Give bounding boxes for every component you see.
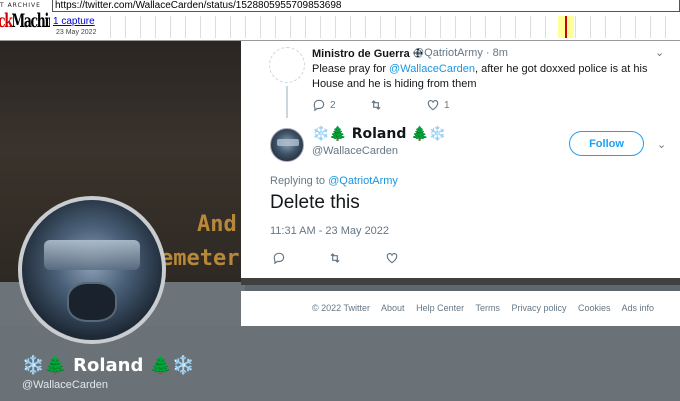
wayback-logo[interactable]: T ARCHIVE ckMachine <box>0 0 50 40</box>
retweet-button[interactable] <box>369 98 383 112</box>
retweet-icon <box>330 252 340 263</box>
reply-button[interactable]: 2 <box>312 98 336 112</box>
banner-text-line1: And <box>197 212 237 237</box>
footer-links: © 2022 Twitter About Help Center Terms P… <box>312 303 663 313</box>
main-tweet-author-name[interactable]: ❄️🌲 Roland 🌲❄️ <box>312 126 446 142</box>
reply-icon <box>313 99 325 112</box>
wayback-logo-caption: T ARCHIVE <box>0 2 41 9</box>
wayback-url-input[interactable]: https://twitter.com/WallaceCarden/status… <box>52 0 680 12</box>
like-button[interactable]: 1 <box>426 98 450 112</box>
footer-link-ads-info[interactable]: Ads info <box>622 303 655 313</box>
main-tweet-avatar[interactable] <box>270 128 304 162</box>
heart-icon <box>427 100 439 111</box>
wayback-captures-link[interactable]: 1 capture <box>53 16 95 27</box>
retweet-icon <box>371 100 381 110</box>
wayback-timeline-marker <box>565 16 567 38</box>
footer-link-about[interactable]: About <box>381 303 405 313</box>
footer-copyright: © 2022 Twitter <box>312 303 370 313</box>
footer-link-terms[interactable]: Terms <box>475 303 500 313</box>
heart-icon <box>386 252 398 264</box>
wayback-capture-date: 23 May 2022 <box>56 29 97 36</box>
parent-tweet-mention[interactable]: @WallaceCarden <box>389 63 475 75</box>
parent-tweet-handle-time[interactable]: @QatriotArmy · 8m <box>413 47 508 59</box>
main-tweet-text: Delete this <box>270 192 360 213</box>
reply-button[interactable] <box>272 249 286 267</box>
footer-link-help-center[interactable]: Help Center <box>416 303 464 313</box>
follow-button[interactable]: Follow <box>569 131 644 156</box>
wayback-toolbar: T ARCHIVE ckMachine https://twitter.com/… <box>0 0 680 41</box>
profile-handle: @WallaceCarden <box>22 379 108 391</box>
avatar-visor <box>44 240 140 270</box>
wayback-timeline[interactable] <box>96 16 680 38</box>
profile-avatar[interactable] <box>18 196 166 344</box>
avatar-visor <box>277 139 299 146</box>
chevron-down-icon[interactable]: ⌄ <box>657 138 666 151</box>
avatar-mask <box>67 282 117 322</box>
footer-link-privacy-policy[interactable]: Privacy policy <box>511 303 566 313</box>
parent-tweet-author-name[interactable]: Ministro de Guerra ☩ <box>312 47 423 60</box>
wayback-logo-wordmark: ckMachine <box>0 10 50 32</box>
banner-text-line2: emeter <box>160 246 240 271</box>
thread-connector-line <box>286 86 288 118</box>
retweet-button[interactable] <box>328 249 342 267</box>
parent-tweet-text: Please pray for @WallaceCarden, after he… <box>312 63 648 90</box>
reply-icon <box>273 252 285 265</box>
like-button[interactable] <box>385 249 399 267</box>
chevron-down-icon[interactable]: ⌄ <box>655 46 664 59</box>
parent-tweet-avatar[interactable] <box>269 47 305 83</box>
replying-to: Replying to @QatriotArmy <box>270 175 398 187</box>
main-tweet-timestamp[interactable]: 11:31 AM - 23 May 2022 <box>270 225 389 237</box>
footer-link-cookies[interactable]: Cookies <box>578 303 611 313</box>
main-tweet-handle[interactable]: @WallaceCarden <box>312 145 398 157</box>
profile-name: ❄️🌲 Roland 🌲❄️ <box>22 355 195 376</box>
replying-to-mention[interactable]: @QatriotArmy <box>328 175 398 187</box>
